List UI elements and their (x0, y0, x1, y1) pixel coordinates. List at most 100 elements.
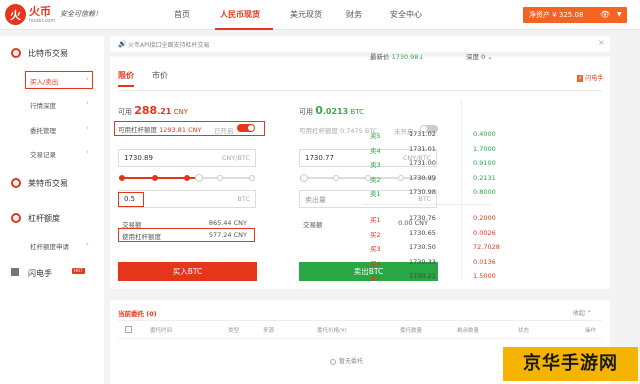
depth-select[interactable]: 深度 0 ⌄ (466, 51, 493, 61)
close-icon[interactable]: × (598, 38, 605, 47)
sidebar-section-lightning[interactable]: 闪电手 HOT (0, 262, 104, 284)
slider-stop[interactable] (249, 175, 255, 181)
level-price: 1730.33 (409, 257, 436, 266)
sidebar-section-label: 闪电手 (28, 269, 52, 278)
buy-amount-slider[interactable] (119, 173, 255, 183)
info-icon (330, 358, 336, 365)
amount-placeholder: 卖出量 (305, 196, 326, 204)
main-nav: 首页 人民币现货 美元现货 财务 安全中心 (163, 0, 449, 30)
slider-stop[interactable] (119, 175, 125, 181)
level-label: 卖1 (370, 190, 381, 198)
level-price: 1730.99 (409, 173, 436, 182)
sidebar-section-leverage[interactable]: 杠杆额度 (0, 207, 104, 229)
slider-stop[interactable] (332, 175, 339, 181)
latest-label: 最新价 (370, 53, 390, 61)
order-book-row[interactable]: 买2 1730.65 0.0026 (370, 227, 496, 240)
level-amount: 1.5000 (473, 272, 496, 280)
col-action: 操作 (585, 328, 597, 334)
order-book-row[interactable]: 卖5 1731.02 0.4000 (370, 128, 496, 141)
sidebar-item-label: 委托管理 (30, 127, 56, 135)
sidebar-section-ltc[interactable]: 莱特币交易 (0, 172, 104, 194)
latest-price: 最新价 1730.98↓ (370, 51, 424, 61)
lightning-link[interactable]: ⚡ 闪电手 (577, 73, 603, 82)
highlight-box (118, 192, 144, 207)
order-book-row[interactable]: 买3 1730.50 72.7028 (370, 241, 500, 254)
level-price: 1730.21 (409, 272, 436, 280)
select-all-checkbox[interactable] (125, 326, 132, 333)
sidebar-item-orders[interactable]: 委托管理 › (0, 120, 104, 138)
order-book-row[interactable]: 卖4 1731.01 1.7000 (370, 143, 496, 156)
slider-stop[interactable] (216, 175, 223, 181)
logo-mark: 火 (5, 4, 26, 25)
nav-finance[interactable]: 财务 (335, 0, 379, 30)
logo-domain: huobi.com (29, 17, 56, 24)
slider-handle[interactable] (195, 174, 204, 182)
slider-stop[interactable] (184, 175, 190, 181)
level-label: 买1 (370, 216, 381, 224)
level-label: 买2 (370, 230, 381, 239)
order-type-tabs: 限价 市价 (118, 70, 186, 87)
collapse-link[interactable]: 收起 ⌃ (573, 308, 592, 317)
order-book-row[interactable]: 卖2 1730.99 0.2131 (370, 172, 496, 185)
slider-stop[interactable] (151, 175, 158, 181)
level-amount: 0.2000 (473, 214, 496, 222)
nav-usd-spot[interactable]: 美元现货 (279, 0, 335, 30)
net-asset-label: 净资产 ¥ 325.08 (529, 11, 584, 19)
col-status: 状态 (518, 328, 530, 334)
level-label: 卖2 (370, 175, 381, 184)
col-quantity: 委托数量 (400, 328, 423, 334)
divider (118, 90, 602, 91)
level-price: 1731.00 (409, 159, 436, 167)
nav-security[interactable]: 安全中心 (379, 0, 449, 30)
sidebar-item-depth[interactable]: 行情深度 › (0, 95, 104, 113)
level-amount: 0.2131 (473, 173, 496, 182)
notice-text[interactable]: 火币API接口全面支持杠杆交易 (128, 40, 210, 49)
speaker-icon: 🔊 (118, 40, 127, 48)
level-price: 1730.76 (409, 214, 436, 222)
sidebar-item-label: 杠杆额度申请 (30, 243, 69, 251)
tab-market[interactable]: 市价 (152, 70, 168, 87)
sidebar-item-leverage-apply[interactable]: 杠杆额度申请 › (0, 236, 104, 254)
col-source: 来源 (263, 328, 275, 334)
amount-unit: BTC (237, 195, 250, 203)
order-book-row[interactable]: 买5 1730.21 1.5000 (370, 270, 496, 283)
slider-handle[interactable] (300, 174, 308, 182)
buy-price-input[interactable]: 1730.89 CNY/BTC (118, 149, 256, 167)
arrow-down-icon: ↓ (418, 53, 424, 61)
level-amount: 72.7028 (473, 243, 500, 251)
avail-dec: .21 (157, 107, 172, 116)
logo[interactable]: 火 火币 huobi.com (5, 4, 55, 25)
tab-limit[interactable]: 限价 (118, 70, 134, 87)
buy-btc-button[interactable]: 买入BTC (118, 262, 257, 281)
divider (362, 204, 492, 205)
sidebar-item-label: 交易记录 (30, 151, 56, 159)
chevron-down-icon: ⌄ (487, 53, 493, 61)
eye-icon[interactable]: 👁 (600, 7, 610, 23)
sidebar-item-history[interactable]: 交易记录 › (0, 144, 104, 162)
order-book-row[interactable]: 卖3 1731.00 0.9100 (370, 157, 496, 170)
level-price: 1730.98 (409, 188, 436, 196)
level-amount: 1.7000 (473, 144, 496, 153)
chevron-right-icon: › (86, 99, 89, 107)
nav-cny-spot[interactable]: 人民币现货 (209, 0, 279, 30)
order-book-row[interactable]: 买1 1730.76 0.2000 (370, 212, 496, 225)
avail-int: 0 (315, 104, 323, 117)
leverage-icon (11, 213, 21, 223)
level-label: 买5 (370, 274, 381, 282)
caret-down-icon: ▼ (617, 11, 622, 18)
nav-home[interactable]: 首页 (163, 0, 209, 30)
level-amount: 0.9100 (473, 159, 496, 167)
sidebar-section-btc[interactable]: 比特币交易 (0, 42, 104, 64)
level-amount: 0.0026 (473, 228, 496, 237)
notice-bar: 🔊 火币API接口全面支持杠杆交易 × (110, 36, 610, 52)
level-label: 买3 (370, 245, 381, 253)
level-amount: 0.0136 (473, 257, 496, 266)
order-book-row[interactable]: 卖1 1730.98 0.8000 (370, 186, 496, 199)
col-price: 委托价格(¥) (317, 328, 347, 334)
order-book-row[interactable]: 买4 1730.33 0.0136 (370, 256, 496, 269)
net-asset-button[interactable]: 净资产 ¥ 325.08 👁 ▼ (523, 7, 627, 23)
level-label: 卖3 (370, 161, 381, 169)
buy-available: 可用 288.21 CNY (118, 104, 188, 117)
level-amount: 0.8000 (473, 188, 496, 196)
depth-label: 深度 0 (466, 53, 486, 61)
